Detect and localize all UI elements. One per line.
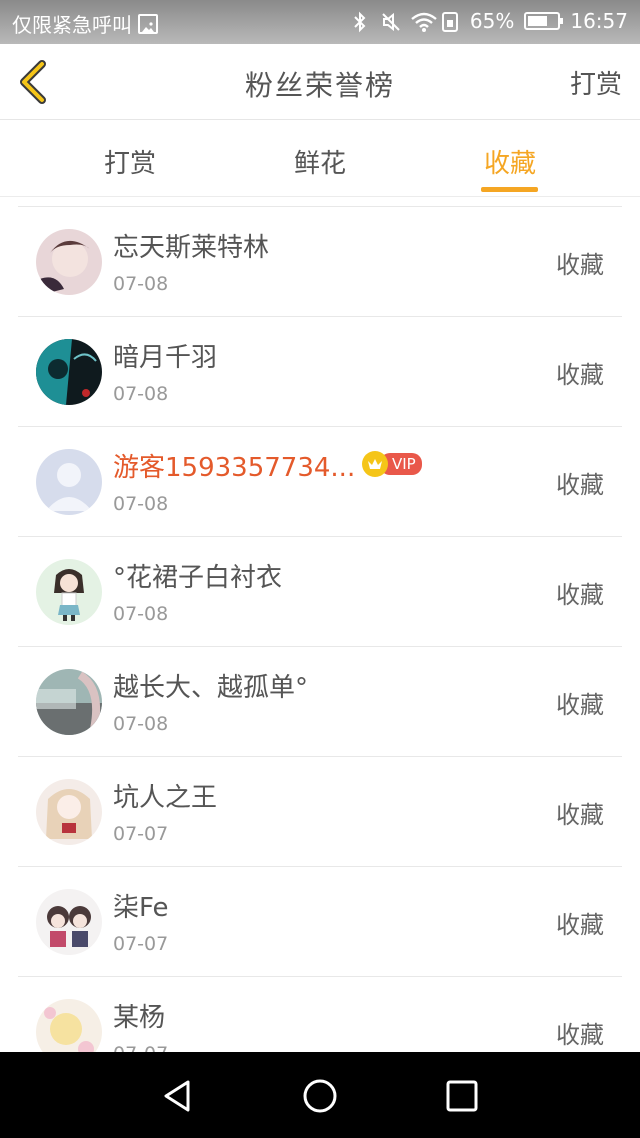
list-item[interactable]: 坑人之王 07-07 收藏 [18, 757, 622, 867]
list-item[interactable]: 柒Fe 07-07 收藏 [18, 867, 622, 977]
fan-name: 越长大、越孤单° [113, 673, 309, 703]
wifi-icon [410, 11, 437, 32]
fan-name: 坑人之王 [113, 783, 218, 813]
fan-name: 某杨 [113, 1003, 166, 1033]
app-header: 粉丝荣誉榜 打赏 [0, 44, 640, 120]
crown-icon [362, 451, 388, 477]
sim-icon [440, 11, 460, 32]
active-tab-indicator [481, 187, 538, 192]
fan-action: 收藏 [556, 801, 604, 829]
fan-action: 收藏 [556, 471, 604, 499]
avatar[interactable] [36, 559, 102, 625]
vip-badge: VIP [362, 451, 422, 477]
clock: 16:57 [570, 9, 628, 33]
status-bar: 仅限紧急呼叫 65% 16:57 [0, 0, 640, 44]
list-item[interactable]: 某杨 07-07 收藏 [18, 977, 622, 1052]
fan-action: 收藏 [556, 581, 604, 609]
mute-icon [380, 11, 400, 32]
fan-date: 07-08 [113, 273, 169, 295]
nav-recents-icon[interactable] [442, 1076, 482, 1116]
fan-name: °花裙子白衬衣 [113, 563, 283, 593]
tab-favorites[interactable]: 收藏 [450, 143, 570, 180]
avatar[interactable] [36, 669, 102, 735]
nav-back-icon[interactable] [158, 1076, 198, 1116]
list-item[interactable]: °花裙子白衬衣 07-08 收藏 [18, 537, 622, 647]
image-icon [138, 13, 158, 34]
fan-action: 收藏 [556, 361, 604, 389]
avatar[interactable] [36, 889, 102, 955]
list-item[interactable]: 忘天斯莱特林 07-08 收藏 [18, 207, 622, 317]
fan-date: 07-08 [113, 383, 169, 405]
fan-date: 07-07 [113, 823, 169, 845]
avatar[interactable] [36, 229, 102, 295]
fan-date: 07-07 [113, 1043, 168, 1052]
battery-percent: 65% [469, 9, 515, 33]
list-item[interactable]: 越长大、越孤单° 07-08 收藏 [18, 647, 622, 757]
fan-list[interactable]: 忘天斯莱特林 07-08 收藏 暗月千羽 07-08 收藏 游客15933577… [18, 206, 622, 1052]
navigation-bar [0, 1052, 640, 1138]
list-item[interactable]: 游客1593357734... VIP 07-08 收藏 [18, 427, 622, 537]
avatar[interactable] [36, 779, 102, 845]
battery-icon [524, 12, 564, 30]
page-title: 粉丝荣誉榜 [244, 69, 395, 102]
tip-button[interactable]: 打赏 [570, 64, 622, 101]
avatar[interactable] [36, 999, 102, 1052]
avatar[interactable] [36, 339, 102, 405]
tab-flowers[interactable]: 鲜花 [260, 143, 380, 180]
fan-date: 07-08 [113, 493, 169, 515]
nav-home-icon[interactable] [300, 1076, 340, 1116]
list-item[interactable]: 暗月千羽 07-08 收藏 [18, 317, 622, 427]
fan-action: 收藏 [556, 911, 604, 939]
fan-name: 柒Fe [113, 893, 169, 923]
fan-name: 忘天斯莱特林 [113, 233, 270, 263]
fan-date: 07-08 [113, 713, 169, 735]
fan-name: 游客1593357734... [113, 453, 356, 483]
tab-tip[interactable]: 打赏 [70, 143, 190, 180]
carrier-text: 仅限紧急呼叫 [12, 13, 132, 37]
fan-name: 暗月千羽 [113, 343, 218, 373]
avatar[interactable] [36, 449, 102, 515]
fan-date: 07-07 [113, 933, 169, 955]
fan-action: 收藏 [556, 1021, 604, 1049]
fan-date: 07-08 [113, 603, 169, 625]
bluetooth-icon [350, 11, 370, 33]
tab-bar: 打赏 鲜花 收藏 [0, 121, 640, 197]
fan-action: 收藏 [556, 691, 604, 719]
fan-action: 收藏 [556, 251, 604, 279]
